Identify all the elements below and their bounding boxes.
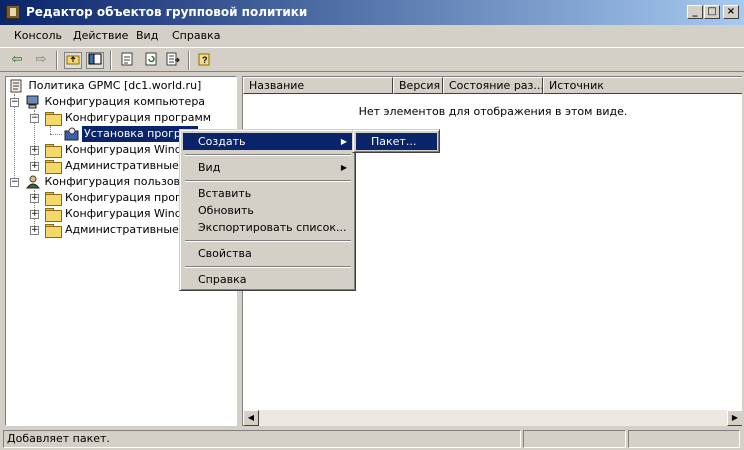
tree-item-computer-config[interactable]: Конфигурация компьютера xyxy=(25,94,205,110)
column-header-name[interactable]: Название xyxy=(243,77,393,94)
help-icon[interactable]: ? xyxy=(196,52,214,69)
folder-icon xyxy=(45,144,62,158)
context-menu: Создать ▶ Вид ▶ Вставить Обновить Экспор… xyxy=(179,129,356,291)
toolbar-separator xyxy=(188,51,190,70)
context-menu-help[interactable]: Справка xyxy=(183,271,353,288)
gpo-editor-icon xyxy=(6,5,20,19)
context-menu-create[interactable]: Создать ▶ xyxy=(183,133,353,150)
scroll-left-button[interactable]: ◀ xyxy=(243,410,259,426)
export-list-icon[interactable] xyxy=(164,52,182,69)
forward-arrow-icon[interactable]: ⇨ xyxy=(32,52,50,69)
window-title: Редактор объектов групповой политики xyxy=(26,5,308,19)
submenu-arrow-icon: ▶ xyxy=(340,137,347,146)
computer-icon xyxy=(26,95,39,109)
tree-root-label: Политика GPMC [dc1.world.ru] xyxy=(28,79,202,92)
folder-icon xyxy=(45,208,62,222)
policy-scroll-icon xyxy=(10,79,22,93)
refresh-icon[interactable] xyxy=(142,52,160,69)
svg-text:?: ? xyxy=(202,55,208,65)
context-menu-paste[interactable]: Вставить xyxy=(183,185,353,202)
tree-item-user-windows[interactable]: Конфигурация Window xyxy=(65,206,197,222)
app-window: Редактор объектов групповой политики _ □… xyxy=(0,0,744,450)
menu-action[interactable]: Действие xyxy=(73,29,128,42)
back-arrow-icon[interactable]: ⇦ xyxy=(8,52,26,69)
menu-view[interactable]: Вид xyxy=(136,29,158,42)
column-header-source[interactable]: Источник xyxy=(543,77,742,94)
software-install-icon xyxy=(64,127,79,141)
collapse-toggle[interactable]: − xyxy=(10,98,19,107)
menu-bar: Консоль Действие Вид Справка xyxy=(0,26,744,46)
tree-item-computer-software[interactable]: Конфигурация программ xyxy=(65,110,211,126)
close-button[interactable]: × xyxy=(723,5,739,19)
maximize-button[interactable]: □ xyxy=(704,5,720,19)
tree-item-user-config[interactable]: Конфигурация пользовате xyxy=(25,174,200,190)
create-label: Создать xyxy=(198,135,246,148)
context-menu-refresh[interactable]: Обновить xyxy=(183,202,353,219)
collapse-toggle[interactable]: − xyxy=(30,114,39,123)
title-bar[interactable]: Редактор объектов групповой политики _ □… xyxy=(0,0,744,25)
column-header-version[interactable]: Версия xyxy=(393,77,443,94)
menu-separator xyxy=(185,154,351,156)
tree-item-label: Конфигурация пользовате xyxy=(44,175,200,188)
menu-separator xyxy=(185,180,351,182)
properties-icon[interactable] xyxy=(118,52,136,69)
folder-icon xyxy=(45,112,62,126)
show-hide-tree-icon[interactable] xyxy=(86,52,104,69)
tree-line xyxy=(50,134,62,135)
toolbar-separator xyxy=(56,51,58,70)
toolbar: ⇦ ⇨ ? xyxy=(0,47,744,72)
tree-root[interactable]: Политика GPMC [dc1.world.ru] xyxy=(9,78,201,94)
context-menu-export[interactable]: Экспортировать список... xyxy=(183,219,353,236)
collapse-toggle[interactable]: − xyxy=(10,178,19,187)
column-header-deploy-state[interactable]: Состояние раз... xyxy=(443,77,543,94)
folder-icon xyxy=(45,224,62,238)
menu-separator xyxy=(185,266,351,268)
status-panel xyxy=(628,430,740,448)
expand-toggle[interactable]: + xyxy=(30,162,39,171)
expand-toggle[interactable]: + xyxy=(30,210,39,219)
tree-item-computer-windows[interactable]: Конфигурация Windov xyxy=(65,142,195,158)
menu-separator xyxy=(185,240,351,242)
status-bar: Добавляет пакет. xyxy=(0,428,744,450)
folder-icon xyxy=(45,192,62,206)
tree-item-label: Конфигурация компьютера xyxy=(44,95,206,108)
menu-help[interactable]: Справка xyxy=(172,29,220,42)
submenu-package[interactable]: Пакет... xyxy=(356,133,437,150)
view-label: Вид xyxy=(198,161,221,174)
expand-toggle[interactable]: + xyxy=(30,194,39,203)
menu-console[interactable]: Консоль xyxy=(14,29,62,42)
scroll-right-button[interactable]: ▶ xyxy=(727,410,742,426)
user-icon xyxy=(25,175,41,189)
status-panel xyxy=(523,430,626,448)
create-submenu: Пакет... xyxy=(352,129,440,153)
expand-toggle[interactable]: + xyxy=(30,146,39,155)
toolbar-separator xyxy=(110,51,112,70)
tree-line xyxy=(50,126,51,134)
horizontal-scrollbar[interactable]: ◀ ▶ xyxy=(243,410,742,426)
up-folder-icon[interactable] xyxy=(64,52,82,69)
empty-list-message: Нет элементов для отображения в этом вид… xyxy=(358,105,628,118)
status-text: Добавляет пакет. xyxy=(3,430,521,448)
context-menu-view[interactable]: Вид ▶ xyxy=(183,159,353,176)
folder-icon xyxy=(45,160,62,174)
tree-line xyxy=(14,94,15,182)
context-menu-properties[interactable]: Свойства xyxy=(183,245,353,262)
minimize-button[interactable]: _ xyxy=(687,5,703,19)
expand-toggle[interactable]: + xyxy=(30,226,39,235)
submenu-arrow-icon: ▶ xyxy=(340,163,347,172)
